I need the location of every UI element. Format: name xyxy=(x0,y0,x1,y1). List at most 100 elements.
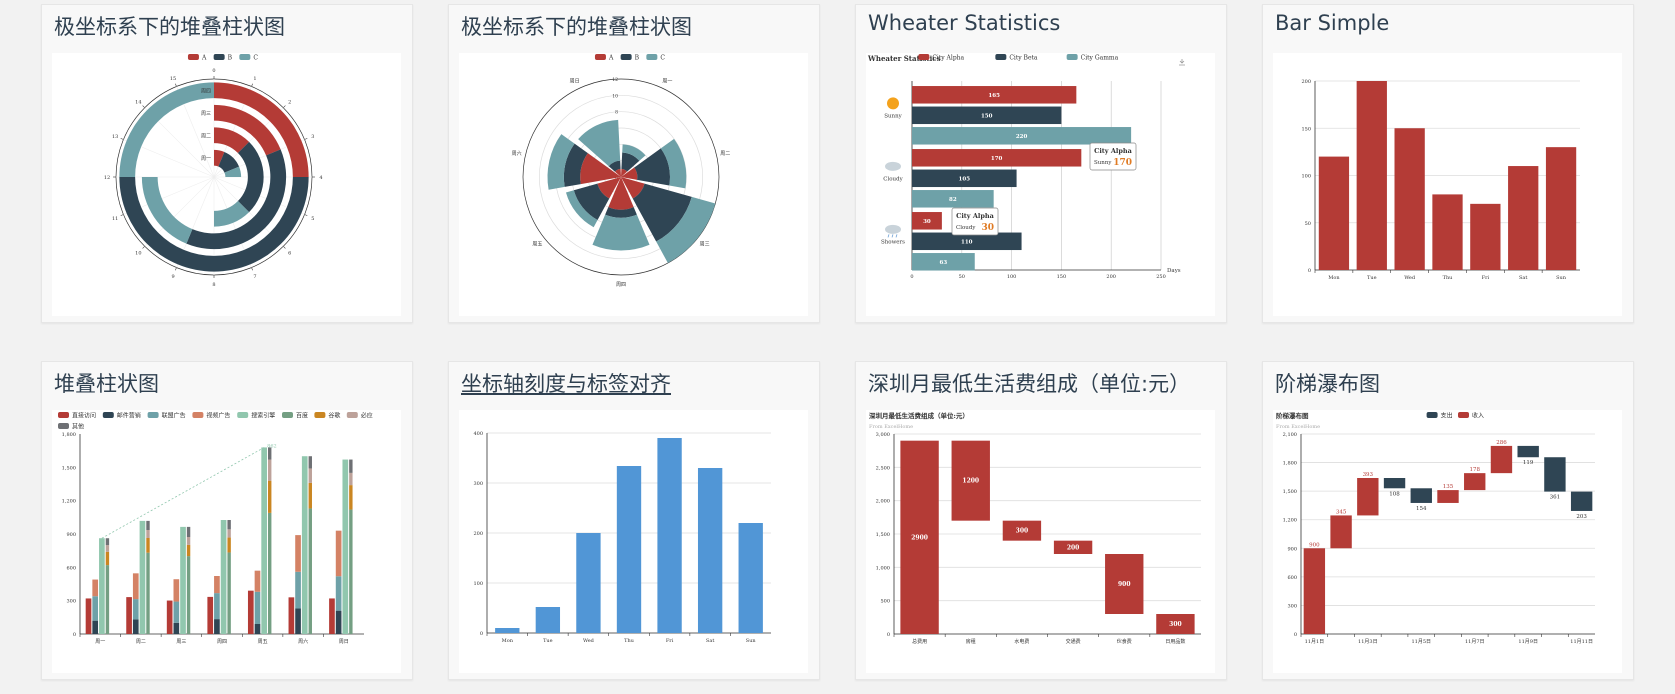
y-tick-label: 0 xyxy=(73,632,76,638)
bar-segment xyxy=(227,537,231,553)
bar-income xyxy=(1303,548,1326,634)
bar-segment xyxy=(268,459,272,481)
x-tick-label: 房租 xyxy=(966,638,976,645)
angle-tick-mark xyxy=(120,214,124,216)
bar-segment xyxy=(335,576,342,611)
bar-segment xyxy=(349,509,353,634)
chart-weather: Wheater StatisticsCity Alpha City Beta Cit… xyxy=(867,54,1185,280)
legend-label: B xyxy=(635,55,640,62)
bar xyxy=(1545,147,1577,270)
bar-segment xyxy=(308,482,312,509)
data-label: 900 xyxy=(1309,542,1320,548)
legend-swatch xyxy=(1426,412,1438,418)
angle-tick-label: 周五 xyxy=(532,242,542,248)
bar-segment xyxy=(166,600,173,634)
legend-swatch xyxy=(213,54,225,60)
chart-pane: Wheater Statistics City Alpha City Beta Cit… xyxy=(866,53,1215,316)
data-label: 200 xyxy=(1067,544,1080,551)
x-tick-label: 11月11日 xyxy=(1570,639,1593,645)
bar-segment xyxy=(146,530,150,538)
y-tick-label: 1,000 xyxy=(876,565,890,571)
bar-segment xyxy=(308,456,312,469)
angle-tick-mark xyxy=(175,83,177,87)
y-tick-label: 300 xyxy=(1287,603,1297,609)
bar-segment xyxy=(342,459,349,634)
data-label: 220 xyxy=(1016,134,1028,140)
angle-tick-label: 1 xyxy=(253,76,256,82)
bar-income xyxy=(1330,515,1352,549)
angle-tick-label: 10 xyxy=(135,251,141,257)
axis-label: Days xyxy=(1167,268,1181,274)
bar-segment xyxy=(92,579,99,597)
angle-tick-label: 15 xyxy=(170,76,176,82)
legend-swatch xyxy=(918,54,930,60)
angle-tick-mark xyxy=(142,105,145,108)
x-tick-label: 周日 xyxy=(339,639,349,645)
data-label: 300 xyxy=(1016,528,1029,535)
y-tick-label: 0 xyxy=(1294,632,1297,638)
bar-segment xyxy=(254,624,261,634)
legend-label: 视频广告 xyxy=(206,412,230,420)
chart-waterfall-cost: 深圳月最低生活费组成（单位:元） From ExcelHome 0 500 1,000 1… xyxy=(869,411,1201,645)
data-label: 63 xyxy=(940,260,948,266)
angle-tick-mark xyxy=(304,214,308,216)
y-tick-label: 0 xyxy=(1308,268,1311,274)
bar-segment xyxy=(227,520,231,530)
tooltip-name: City Alpha xyxy=(956,212,994,220)
legend-swatch xyxy=(1066,54,1078,60)
x-tick-label: Thu xyxy=(624,638,635,644)
angle-tick-mark xyxy=(304,138,308,140)
bar-segment xyxy=(85,598,92,634)
legend-swatch xyxy=(58,423,69,429)
y-tick-label: 0 xyxy=(480,631,483,637)
chart-polar-radial: A B C0123456789101112131415周一周二周三周四 xyxy=(104,54,323,288)
card-title[interactable]: 坐标轴刻度与标签对齐 xyxy=(461,368,671,398)
angle-tick-label: 8 xyxy=(212,282,215,288)
chart-axis-align: 0 100 200 300 400 Mon Tue Wed Thu Fri Sat Sun xyxy=(473,431,771,644)
bar-segment xyxy=(146,538,150,553)
bar-segment xyxy=(126,597,132,634)
bar-segment xyxy=(132,573,139,600)
y-tick-label: 900 xyxy=(66,532,76,538)
bar-segment xyxy=(261,447,268,634)
y-tick-label: 50 xyxy=(1305,221,1311,227)
x-tick-label: 总费用 xyxy=(912,638,927,645)
data-label: 108 xyxy=(1389,491,1400,497)
legend-label: 邮件营销 xyxy=(117,412,141,420)
x-tick-label: Sun xyxy=(746,638,757,644)
x-tick-label: 伙食费 xyxy=(1117,638,1132,645)
bar xyxy=(1508,166,1539,270)
angle-tick-label: 12 xyxy=(104,175,110,181)
angle-tick-label: 4 xyxy=(319,175,322,181)
bar-segment xyxy=(132,619,139,634)
y-tick-label: 100 xyxy=(473,581,483,587)
x-tick-label: 11月9日 xyxy=(1518,639,1538,645)
bar-segment xyxy=(308,468,312,483)
legend-label: 其他 xyxy=(72,423,84,431)
y-tick-label: 600 xyxy=(1287,575,1297,581)
angle-tick-label: 14 xyxy=(135,99,141,105)
bar-segment xyxy=(295,571,301,609)
download-icon xyxy=(1179,59,1185,66)
legend-label: 联盟广告 xyxy=(162,412,186,420)
data-label: 178 xyxy=(1469,467,1480,473)
y-tick-label: 2,000 xyxy=(876,499,890,505)
y-tick-label: 1,200 xyxy=(62,499,76,505)
bar-segment xyxy=(335,610,342,634)
bar-segment xyxy=(186,537,191,545)
angle-tick-label: 周六 xyxy=(512,150,522,157)
legend-label: C xyxy=(660,55,665,62)
y-tick-label: Showers xyxy=(881,239,905,245)
bar-segment xyxy=(592,214,650,251)
legend-label: 百度 xyxy=(296,412,308,420)
x-tick-label: 周三 xyxy=(176,639,186,645)
y-tick-label: 1,500 xyxy=(62,465,76,471)
legend-swatch xyxy=(314,412,326,418)
angle-tick-label: 周一 xyxy=(662,79,672,85)
bar-segment xyxy=(186,544,191,557)
data-label: 30 xyxy=(923,219,931,225)
bar-segment xyxy=(308,508,312,634)
y-tick-label: 2,500 xyxy=(876,465,890,471)
angle-tick-label: 3 xyxy=(311,134,314,140)
x-tick-label: Fri xyxy=(666,638,674,644)
